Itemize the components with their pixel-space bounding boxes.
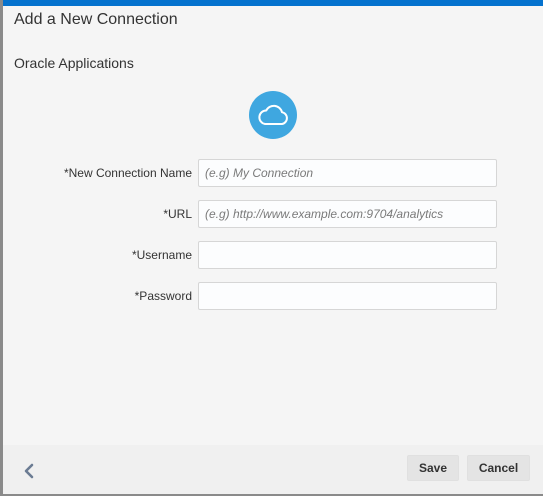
save-button[interactable]: Save <box>407 455 459 481</box>
add-connection-dialog: Add a New Connection Oracle Applications… <box>0 0 543 496</box>
username-row: *Username <box>3 241 543 269</box>
password-label: *Password <box>134 289 192 303</box>
connection-type-label: Oracle Applications <box>14 55 134 71</box>
password-row: *Password <box>3 282 543 310</box>
username-input[interactable] <box>198 241 497 269</box>
dialog-accent-bar <box>3 0 543 6</box>
chevron-left-icon <box>24 463 34 479</box>
url-label: *URL <box>163 207 192 221</box>
connection-name-label: *New Connection Name <box>63 166 192 180</box>
url-input[interactable] <box>198 200 497 228</box>
dialog-footer: Save Cancel <box>3 445 543 494</box>
cloud-icon <box>249 91 297 139</box>
connection-name-input[interactable] <box>198 159 497 187</box>
cancel-button[interactable]: Cancel <box>467 455 530 481</box>
back-button[interactable] <box>19 461 39 481</box>
url-row: *URL <box>3 200 543 228</box>
username-label: *Username <box>131 248 192 262</box>
password-input[interactable] <box>198 282 497 310</box>
dialog-title: Add a New Connection <box>14 11 178 28</box>
connection-name-row: *New Connection Name <box>3 159 543 187</box>
cloud-icon-glyph <box>258 104 288 125</box>
